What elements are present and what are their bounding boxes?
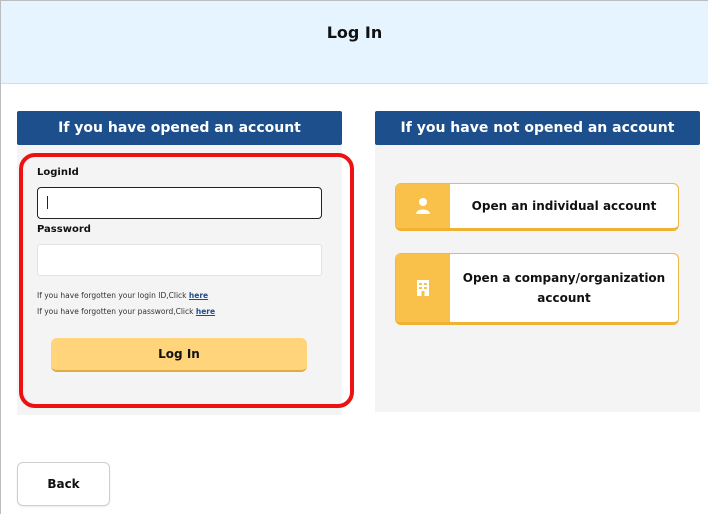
open-company-account-button[interactable]: Open a company/organization account (395, 253, 679, 325)
page-title: Log In (326, 23, 383, 42)
highlight-box (19, 153, 354, 408)
building-icon (396, 254, 450, 322)
individual-account-label: Open an individual account (471, 198, 657, 213)
open-individual-account-button[interactable]: Open an individual account (395, 183, 679, 231)
person-icon (396, 184, 450, 228)
opened-account-heading: If you have opened an account (17, 111, 342, 145)
back-button[interactable]: Back (17, 462, 110, 506)
page-header: Log In (1, 1, 708, 84)
not-opened-account-heading: If you have not opened an account (375, 111, 700, 145)
company-account-label: Open a company/organization account (462, 270, 666, 305)
